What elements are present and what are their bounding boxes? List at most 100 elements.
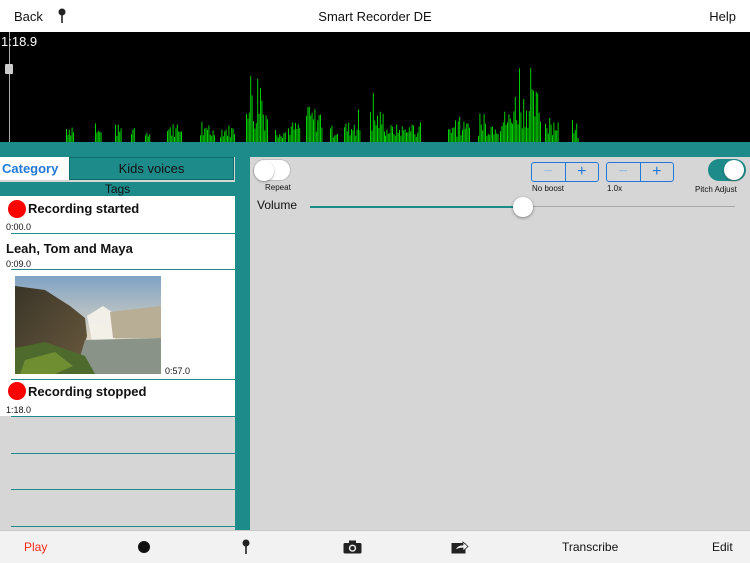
waveform-bar bbox=[534, 116, 536, 142]
volume-fill bbox=[310, 206, 523, 208]
waveform-bar bbox=[352, 130, 354, 142]
waveform-bar bbox=[553, 122, 555, 142]
record-dot-icon bbox=[8, 200, 26, 218]
waveform-bar bbox=[407, 132, 409, 142]
tag-item-recording-stopped[interactable]: Recording stopped 1:18.0 bbox=[0, 380, 235, 416]
waveform-bar bbox=[292, 122, 294, 142]
waveform-bar bbox=[231, 128, 233, 142]
minus-icon[interactable]: − bbox=[607, 163, 641, 181]
waveform-bar bbox=[418, 126, 420, 142]
pitch-adjust-label: Pitch Adjust bbox=[695, 185, 737, 194]
pitch-adjust-toggle[interactable] bbox=[708, 159, 746, 181]
tag-item-recording-started[interactable]: Recording started 0:00.0 bbox=[0, 196, 235, 234]
waveform-bar bbox=[99, 131, 101, 142]
waveform-bar bbox=[535, 91, 537, 142]
tag-item-photo[interactable]: 0:57.0 bbox=[0, 270, 235, 380]
waveform-bar bbox=[349, 135, 351, 142]
waveform-bar bbox=[450, 132, 452, 142]
waveform-bar bbox=[378, 128, 380, 142]
minus-icon[interactable]: − bbox=[532, 163, 566, 181]
waveform-bar bbox=[353, 124, 355, 142]
waveform-view[interactable]: 1:18.9 bbox=[0, 32, 750, 142]
volume-slider[interactable] bbox=[310, 197, 735, 217]
waveform-bar bbox=[448, 129, 449, 142]
waveform-bar bbox=[462, 129, 463, 142]
waveform-bar bbox=[310, 115, 312, 142]
camera-icon[interactable] bbox=[343, 540, 362, 554]
bottom-toolbar: Play Transcribe Edit bbox=[0, 530, 750, 563]
waveform-bar bbox=[214, 135, 215, 142]
waveform-bar bbox=[207, 129, 208, 142]
divider bbox=[11, 526, 235, 527]
share-icon[interactable] bbox=[451, 540, 469, 554]
waveform-bar bbox=[179, 131, 181, 142]
waveform-bar bbox=[502, 122, 504, 142]
help-button[interactable]: Help bbox=[709, 9, 736, 24]
waveform-bar bbox=[463, 121, 465, 142]
waveform-bar bbox=[505, 124, 507, 142]
repeat-label: Repeat bbox=[265, 183, 291, 192]
waveform-bar bbox=[413, 125, 414, 142]
waveform-bar bbox=[370, 112, 371, 142]
waveform-bar bbox=[314, 109, 316, 142]
waveform-bar bbox=[487, 133, 489, 142]
repeat-toggle[interactable] bbox=[253, 159, 291, 181]
waveform-bar bbox=[145, 135, 146, 142]
waveform-bar bbox=[490, 127, 492, 142]
pin-icon[interactable] bbox=[241, 539, 251, 555]
transcribe-button[interactable]: Transcribe bbox=[562, 540, 618, 554]
waveform-bar bbox=[313, 119, 314, 142]
speed-stepper[interactable]: − + bbox=[606, 162, 674, 182]
play-button[interactable]: Play bbox=[24, 540, 47, 554]
waveform-bar bbox=[449, 129, 451, 142]
plus-icon[interactable]: + bbox=[566, 163, 599, 181]
tag-time: 0:57.0 bbox=[165, 366, 191, 376]
waveform-bar bbox=[549, 117, 551, 142]
waveform-bar bbox=[131, 134, 132, 142]
waveform-bar bbox=[420, 122, 421, 142]
record-icon[interactable] bbox=[138, 541, 150, 553]
volume-track bbox=[523, 206, 735, 207]
waveform-bar bbox=[526, 110, 527, 142]
category-selector[interactable]: Kids voices bbox=[69, 157, 234, 180]
waveform-bar bbox=[467, 123, 469, 142]
waveform-bar bbox=[299, 128, 301, 142]
waveform-bar bbox=[390, 125, 392, 142]
plus-icon[interactable]: + bbox=[641, 163, 674, 181]
waveform-bar bbox=[371, 130, 373, 142]
waveform-bar bbox=[460, 135, 462, 142]
waveform-bar bbox=[296, 128, 298, 142]
waveform-bar bbox=[485, 123, 486, 142]
waveform-bar bbox=[464, 128, 466, 142]
category-label: Category bbox=[2, 161, 59, 176]
waveform-bar bbox=[508, 114, 510, 142]
waveform-bar bbox=[149, 134, 151, 142]
waveform-bar bbox=[501, 126, 503, 142]
waveform-bar bbox=[209, 134, 211, 142]
waveform-bar bbox=[452, 127, 454, 142]
waveform-bar bbox=[404, 129, 406, 142]
waveform-bar bbox=[257, 78, 259, 142]
toggle-knob bbox=[254, 161, 274, 181]
waveform-bar bbox=[392, 126, 393, 142]
waveform-bar bbox=[403, 130, 405, 142]
edit-button[interactable]: Edit bbox=[712, 540, 733, 554]
waveform-bar bbox=[202, 135, 204, 142]
playhead-handle[interactable] bbox=[5, 64, 13, 74]
waveform-bar bbox=[509, 118, 511, 142]
waveform-bar bbox=[512, 124, 513, 142]
waveform-bar bbox=[212, 130, 214, 142]
volume-thumb[interactable] bbox=[513, 197, 533, 217]
waveform-bar bbox=[290, 126, 292, 142]
waveform-bar bbox=[221, 129, 223, 142]
waveform-graph bbox=[66, 67, 579, 142]
waveform-bar bbox=[356, 129, 358, 142]
tag-item-names[interactable]: Leah, Tom and Maya 0:09.0 bbox=[0, 234, 235, 270]
boost-stepper[interactable]: − + bbox=[531, 162, 599, 182]
waveform-bar bbox=[97, 130, 99, 142]
waveform-bar bbox=[248, 112, 250, 142]
waveform-bar bbox=[377, 115, 378, 142]
waveform-bar bbox=[545, 123, 546, 142]
waveform-bar bbox=[379, 111, 381, 142]
waveform-bar bbox=[255, 123, 257, 142]
